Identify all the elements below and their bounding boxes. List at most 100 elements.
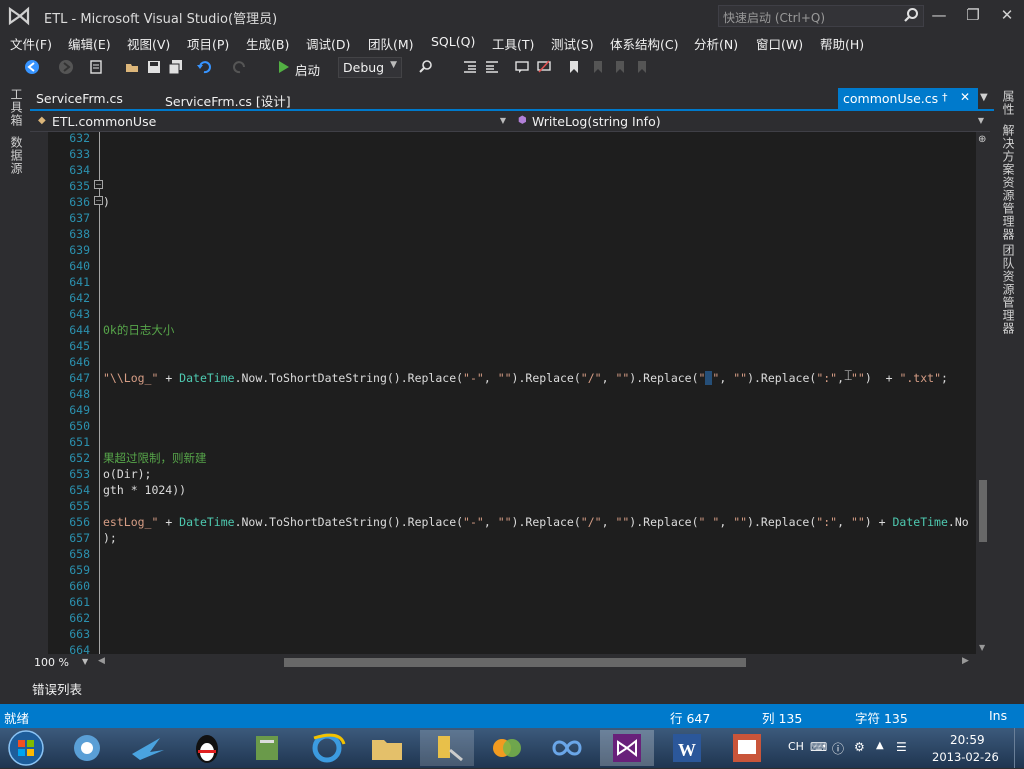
taskbar-blend[interactable] [480, 730, 534, 766]
menu-sql[interactable]: SQL(Q) [431, 34, 475, 49]
data-sources-tab[interactable]: 数据源 [8, 136, 25, 175]
menu-team[interactable]: 团队(M) [368, 34, 414, 53]
tab-servicefrm-cs[interactable]: ServiceFrm.cs [30, 88, 129, 109]
collapse-icon[interactable]: − [94, 196, 103, 205]
fold-margin [99, 132, 100, 654]
solution-configuration-select[interactable]: Debug ▼ [338, 57, 402, 78]
taskbar-network-app[interactable] [240, 730, 294, 766]
svg-text:W: W [678, 740, 696, 760]
menu-file[interactable]: 文件(F) [10, 34, 52, 53]
powerpoint-icon [733, 734, 761, 762]
menu-tools[interactable]: 工具(T) [492, 34, 534, 53]
standard-toolbar [0, 54, 1024, 82]
open-file-icon[interactable] [124, 59, 140, 75]
language-indicator[interactable]: CH [788, 740, 804, 753]
code-line-654: gth * 1024)) [103, 483, 187, 497]
tab-servicefrm-designer[interactable]: ServiceFrm.cs [设计] [159, 88, 297, 109]
settings-icon[interactable]: ⚙ [854, 740, 865, 754]
close-tab-icon[interactable]: ✕ [960, 90, 970, 104]
start-debugging-icon[interactable] [276, 59, 292, 75]
collapse-icon[interactable]: − [94, 180, 103, 189]
visual-studio-logo-icon [8, 6, 30, 26]
taskbar-media-player[interactable] [60, 730, 114, 766]
undo-icon[interactable] [196, 59, 212, 75]
line-number-gutter: 632 633 634 635 636 637 638 639 640 641 … [48, 132, 100, 654]
clock-date[interactable]: 2013-02-26 [932, 750, 999, 764]
close-button[interactable]: ✕ [992, 4, 1022, 26]
prev-bookmark-icon[interactable] [590, 59, 606, 75]
tab-commonuse-cs[interactable]: commonUse.cs † ✕ [838, 88, 978, 109]
tab-underline [30, 109, 994, 111]
find-in-files-icon[interactable] [418, 59, 434, 75]
taskbar-word[interactable]: W [660, 730, 714, 766]
vertical-scroll-thumb[interactable] [979, 480, 987, 542]
back-icon[interactable] [24, 59, 40, 75]
help-icon[interactable]: ⓘ [832, 740, 844, 757]
taskbar-qq[interactable] [180, 730, 234, 766]
minimize-button[interactable]: — [924, 4, 954, 26]
comment-icon[interactable] [514, 59, 530, 75]
zoom-select[interactable]: 100 % ▼ [34, 656, 90, 670]
redo-icon[interactable] [232, 59, 248, 75]
taskbar-internet-explorer[interactable] [300, 730, 354, 766]
type-dropdown[interactable]: ◆ ETL.commonUse ▼ [34, 112, 510, 132]
properties-tab[interactable]: 属性 [1000, 90, 1017, 116]
taskbar-explorer[interactable] [360, 730, 414, 766]
code-line-647: "\\Log_" + DateTime.Now.ToShortDateStrin… [103, 371, 948, 385]
menu-architecture[interactable]: 体系结构(C) [610, 34, 678, 53]
tab-overflow-icon[interactable]: ▼ [980, 92, 988, 103]
line-number: 656 [69, 515, 90, 529]
scroll-right-icon[interactable]: ▶ [962, 656, 969, 666]
taskbar-infinity-app[interactable] [540, 730, 594, 766]
penguin-icon [196, 735, 218, 763]
new-project-icon[interactable] [88, 59, 104, 75]
scroll-down-icon[interactable]: ▼ [979, 643, 985, 652]
taskbar-bird-app[interactable] [120, 730, 174, 766]
horizontal-scroll-thumb[interactable] [284, 658, 746, 667]
member-dropdown[interactable]: ⬢ WriteLog(string Info) ▼ [514, 112, 988, 132]
vertical-scrollbar[interactable]: ⊕ ▼ [976, 132, 990, 654]
menu-debug[interactable]: 调试(D) [306, 34, 350, 53]
menu-help[interactable]: 帮助(H) [820, 34, 864, 53]
chevron-down-icon: ▼ [82, 657, 89, 666]
line-number: 636 [69, 195, 90, 209]
uncomment-icon[interactable] [536, 59, 552, 75]
taskbar-powerpoint[interactable] [720, 730, 774, 766]
code-editor[interactable]: 632 633 634 635 636 637 638 639 640 641 … [48, 132, 976, 654]
team-explorer-tab[interactable]: 团队资源管理器 [1000, 244, 1017, 335]
toolbox-tab[interactable]: 工具箱 [8, 88, 25, 127]
split-icon[interactable]: ⊕ [978, 134, 986, 145]
indent-icon[interactable] [484, 59, 500, 75]
code-line-652: 果超过限制，则新建 [103, 451, 207, 465]
menu-build[interactable]: 生成(B) [246, 34, 289, 53]
network-icon[interactable]: ☰ [896, 740, 907, 754]
start-button-icon[interactable] [4, 729, 48, 767]
forward-icon[interactable] [58, 59, 74, 75]
clear-bookmarks-icon[interactable] [634, 59, 650, 75]
maximize-button[interactable]: ❐ [958, 4, 988, 26]
quick-launch-input[interactable]: 快速启动 (Ctrl+Q) [718, 5, 924, 27]
menu-analyze[interactable]: 分析(N) [694, 34, 738, 53]
menu-test[interactable]: 测试(S) [551, 34, 594, 53]
menu-view[interactable]: 视图(V) [127, 34, 170, 53]
next-bookmark-icon[interactable] [612, 59, 628, 75]
show-desktop-button[interactable] [1014, 728, 1024, 768]
menu-project[interactable]: 项目(P) [187, 34, 229, 53]
save-all-icon[interactable] [168, 59, 184, 75]
show-hidden-icons-icon[interactable]: ▲ [876, 740, 884, 751]
taskbar-sql-tool[interactable] [420, 730, 474, 766]
clock-time[interactable]: 20:59 [950, 733, 985, 747]
start-label[interactable]: 启动 [295, 60, 320, 79]
pin-icon[interactable]: † [942, 91, 948, 104]
scroll-left-icon[interactable]: ◀ [98, 656, 105, 666]
menu-window[interactable]: 窗口(W) [756, 34, 803, 53]
taskbar-visual-studio[interactable] [600, 730, 654, 766]
keyboard-icon[interactable]: ⌨ [810, 740, 827, 754]
solution-explorer-tab[interactable]: 解决方案资源管理器 [1000, 124, 1017, 241]
outdent-icon[interactable] [462, 59, 478, 75]
line-number: 646 [69, 355, 90, 369]
save-icon[interactable] [146, 59, 162, 75]
menu-edit[interactable]: 编辑(E) [68, 34, 111, 53]
bookmark-icon[interactable] [566, 59, 582, 75]
error-list-tab[interactable]: 错误列表 [32, 679, 82, 698]
